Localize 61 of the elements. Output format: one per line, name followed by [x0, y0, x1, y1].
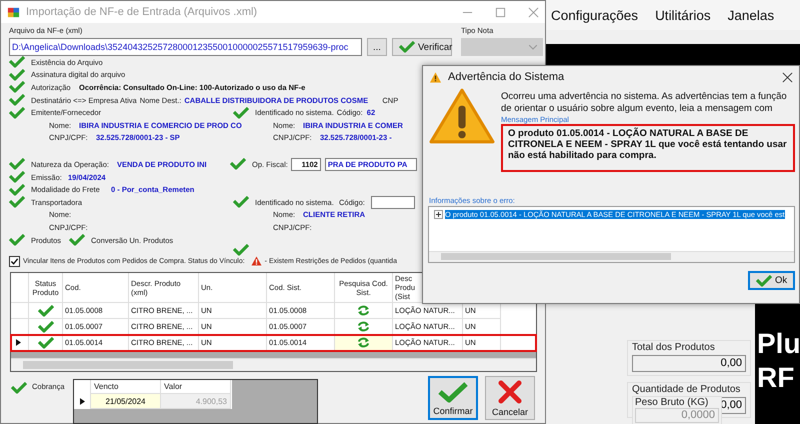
check-icon: [9, 106, 25, 119]
intro-text: Ocorreu uma advertência no sistema. As advertências tem a função de orientar o usuário sobre algum evento, leia a mensagem com: [501, 91, 788, 115]
warning-icon: [250, 256, 262, 266]
warning-icon: [429, 70, 442, 84]
cancel-button[interactable]: Cancelar: [485, 376, 535, 420]
group-label: Peso Bruto (KG): [635, 397, 710, 408]
file-path-field[interactable]: D:\Angelica\Downloads\35240432525728000123550010000025571517959639-proc: [9, 38, 362, 56]
check-icon: [9, 56, 25, 68]
verify-button[interactable]: Verificar: [392, 38, 452, 56]
group-label: Total dos Produtos: [632, 341, 716, 355]
link-checkbox[interactable]: [9, 256, 20, 267]
row-pointer-icon: [16, 339, 21, 346]
confirm-button[interactable]: Confirmar: [428, 376, 478, 420]
check-icon: [9, 196, 25, 208]
maximize-icon[interactable]: [495, 6, 506, 18]
horizontal-scrollbar[interactable]: [11, 358, 536, 372]
check-icon: [11, 382, 27, 394]
carrier-code-field[interactable]: [371, 196, 415, 209]
check-icon: [233, 106, 249, 119]
check-icon: [9, 81, 25, 94]
check-icon: [9, 94, 25, 106]
banner-text: Plu: [757, 327, 800, 361]
refresh-icon[interactable]: [357, 337, 370, 348]
horizontal-scrollbar[interactable]: [429, 251, 794, 262]
banner-text: RF: [757, 361, 796, 395]
warning-icon: [429, 87, 495, 145]
main-message: O produto 01.05.0014 - LOÇÃO NATURAL A BASE DE CITRONELA E NEEM - SPRAY 1L que você está tentando usar não está habilitado para compra.: [501, 124, 795, 172]
check-icon: [9, 184, 25, 196]
check-icon: [9, 158, 25, 170]
check-icon: [69, 234, 85, 246]
ok-button[interactable]: Ok: [748, 271, 795, 290]
menu-item[interactable]: Utilitários: [655, 8, 711, 22]
check-icon: [38, 304, 54, 317]
check-icon: [756, 274, 772, 286]
check-icon: [399, 41, 415, 53]
menu-item[interactable]: Janelas: [728, 8, 774, 22]
check-icon: [38, 320, 54, 333]
group-label: Quantidade de Produtos: [632, 383, 742, 397]
amount-cell: 4.900,53: [161, 394, 231, 410]
caret-icon: [529, 44, 537, 50]
refresh-icon[interactable]: [357, 321, 370, 332]
row-pointer-icon: [80, 398, 84, 406]
check-icon: [9, 68, 25, 81]
window-title: Importação de NF-e de Entrada (Arquivos .xml): [26, 6, 258, 18]
total-field[interactable]: 0,00: [632, 355, 746, 372]
x-icon: [498, 380, 522, 404]
refresh-icon[interactable]: [357, 305, 370, 316]
expand-icon[interactable]: [434, 210, 443, 219]
app-icon: [7, 6, 20, 18]
close-icon[interactable]: [782, 72, 793, 82]
browse-button[interactable]: ...: [367, 38, 387, 56]
dialog-title: Advertência do Sistema: [448, 71, 566, 83]
check-icon: [438, 380, 468, 403]
check-icon: [233, 244, 249, 256]
check-icon: [38, 336, 54, 349]
check-icon: [230, 158, 246, 170]
check-icon: [9, 171, 25, 184]
due-date-cell[interactable]: 21/05/2024: [91, 394, 161, 410]
check-icon: [9, 234, 25, 246]
check-icon: [233, 196, 249, 208]
menu-item[interactable]: Configurações: [551, 8, 638, 22]
